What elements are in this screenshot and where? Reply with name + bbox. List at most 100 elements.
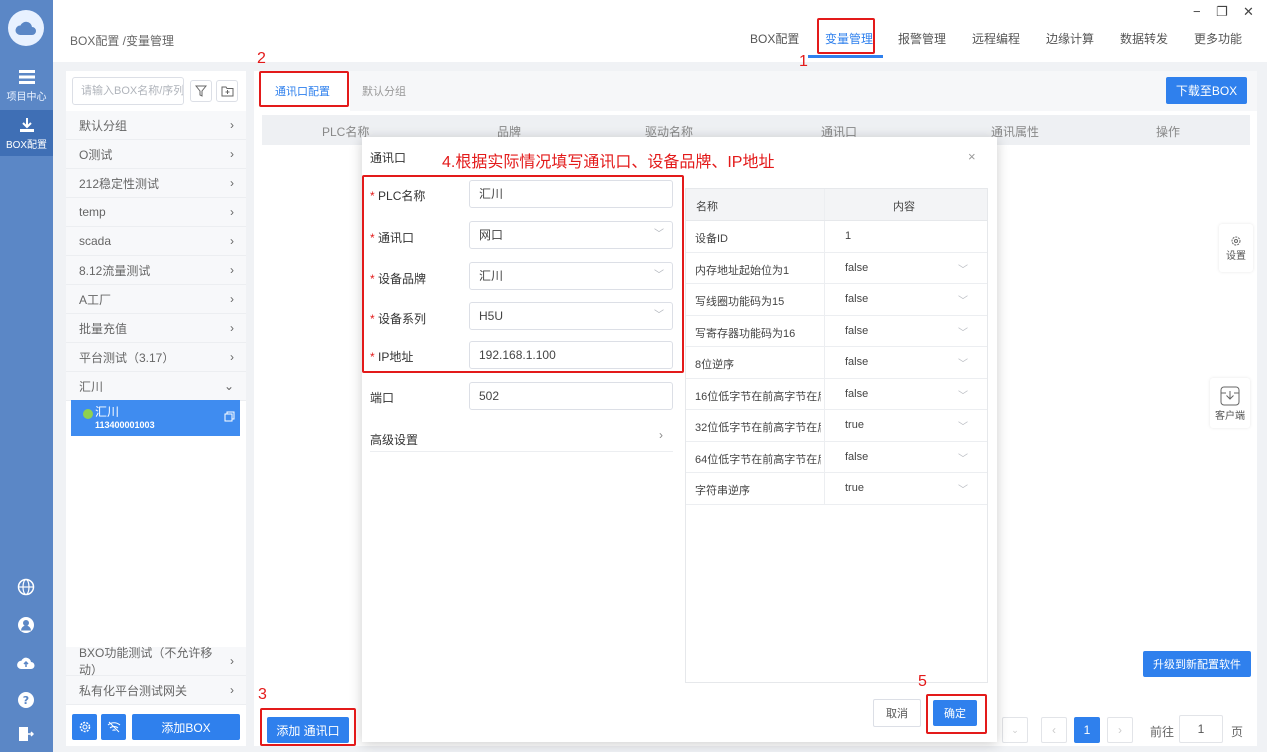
floating-client-button[interactable]: 客户端 (1210, 378, 1250, 428)
property-value[interactable]: true (845, 419, 864, 431)
chevron-down-icon[interactable]: ﹀ (958, 481, 968, 496)
globe-icon[interactable] (16, 577, 36, 597)
property-value[interactable]: false (845, 356, 868, 368)
nav-data-forwarding[interactable]: 数据转发 (1120, 30, 1168, 47)
floating-settings-label: 设置 (1226, 250, 1246, 262)
user-icon[interactable] (16, 615, 36, 635)
group-item-bxo-test[interactable]: BXO功能测试（不允许移动） › (66, 646, 246, 677)
property-value[interactable]: false (845, 293, 868, 305)
property-value[interactable]: false (845, 325, 868, 337)
svg-text:?: ? (23, 694, 29, 707)
annotation-box-1 (817, 18, 875, 54)
group-item-private-gateway[interactable]: 私有化平台测试网关 › (66, 676, 246, 705)
rail-label-box-config: BOX配置 (5, 139, 48, 151)
grid-icon (18, 68, 36, 86)
group-item-212-stability[interactable]: 212稳定性测试 › (66, 169, 246, 198)
group-label: A工厂 (79, 292, 112, 307)
group-item-batch-recharge[interactable]: 批量充值 › (66, 314, 246, 343)
add-box-button[interactable]: 添加BOX (132, 714, 240, 740)
logout-icon[interactable] (16, 724, 36, 744)
rail-item-projects[interactable]: 项目中心 (0, 62, 53, 108)
box-list-panel: 请输入BOX名称/序列号 默认分组 › O测试 › 212稳定性测试 › temp › scad… (66, 71, 246, 746)
settings-gear-button[interactable] (72, 714, 97, 740)
floating-settings-button[interactable]: 设置 (1219, 224, 1253, 272)
filter-icon[interactable] (190, 80, 212, 102)
group-item-scada[interactable]: scada › (66, 227, 246, 256)
chevron-right-icon: › (230, 683, 234, 697)
group-item-o-test[interactable]: O测试 › (66, 140, 246, 169)
close-window-icon[interactable]: ✕ (1243, 4, 1254, 20)
group-label: O测试 (79, 147, 113, 162)
chevron-down-icon[interactable]: ﹀ (958, 261, 968, 276)
property-name: 设备ID (695, 233, 728, 245)
restore-icon[interactable]: ❐ (1216, 4, 1228, 20)
col-divider (824, 252, 825, 283)
nav-alarm-management[interactable]: 报警管理 (898, 30, 946, 47)
upgrade-config-software-button[interactable]: 升级到新配置软件 (1143, 651, 1251, 677)
property-value[interactable]: false (845, 388, 868, 400)
nav-box-config[interactable]: BOX配置 (750, 30, 799, 47)
annotation-number-5: 5 (918, 673, 927, 690)
cloud-upload-icon[interactable] (16, 653, 36, 673)
group-label: 批量充值 (79, 321, 128, 336)
page-size-select[interactable]: ⌄ (1002, 717, 1028, 743)
nav-edge-computing[interactable]: 边缘计算 (1046, 30, 1094, 47)
property-value[interactable]: true (845, 482, 864, 494)
goto-page-input[interactable]: 1 (1179, 715, 1223, 743)
col-divider (824, 221, 825, 252)
group-item-default[interactable]: 默认分组 › (66, 111, 246, 140)
chevron-down-icon[interactable]: ﹀ (958, 324, 968, 339)
port-number-input[interactable]: 502 (469, 382, 673, 410)
property-name: 写线圈功能码为15 (695, 296, 785, 308)
chevron-right-icon: › (230, 234, 234, 248)
group-item-platform-test[interactable]: 平台测试（3.17） › (66, 343, 246, 372)
chevron-right-icon: › (230, 176, 234, 190)
add-folder-icon[interactable] (216, 80, 238, 102)
chevron-right-icon: › (230, 118, 234, 132)
wifi-off-icon (107, 721, 120, 733)
property-value[interactable]: false (845, 451, 868, 463)
col-divider (824, 410, 825, 441)
download-icon (18, 116, 36, 134)
group-item-temp[interactable]: temp › (66, 198, 246, 227)
close-icon[interactable]: × (968, 149, 976, 164)
page-number-current[interactable]: 1 (1074, 717, 1100, 743)
chevron-down-icon[interactable]: ﹀ (958, 355, 968, 370)
group-label: 212稳定性测试 (79, 176, 160, 191)
chevron-right-icon: › (230, 350, 234, 364)
chevron-down-icon[interactable]: ﹀ (958, 450, 968, 465)
group-item-a-factory[interactable]: A工厂 › (66, 285, 246, 314)
box-search-input[interactable]: 请输入BOX名称/序列号 (72, 77, 184, 105)
chevron-right-icon: › (230, 147, 234, 161)
next-page-button[interactable]: › (1107, 717, 1133, 743)
copy-icon[interactable] (224, 411, 235, 425)
property-value[interactable]: false (845, 262, 868, 274)
nav-more-features[interactable]: 更多功能 (1194, 30, 1242, 47)
minimize-icon[interactable]: − (1193, 4, 1201, 19)
tab-bar: 通讯口配置 默认分组 下载至BOX (254, 71, 1257, 111)
group-label: 8.12流量测试 (79, 263, 151, 278)
prev-page-button[interactable]: ‹ (1041, 717, 1067, 743)
annotation-box-5 (926, 694, 987, 734)
gear-icon (1231, 236, 1241, 245)
chevron-down-icon[interactable]: ﹀ (958, 418, 968, 433)
help-icon[interactable]: ? (16, 690, 36, 710)
nav-remote-programming[interactable]: 远程编程 (972, 30, 1020, 47)
annotation-instruction-4: 4.根据实际情况填写通讯口、设备品牌、IP地址 (442, 154, 775, 171)
download-to-box-button[interactable]: 下载至BOX (1166, 77, 1247, 104)
chevron-down-icon[interactable]: ﹀ (958, 387, 968, 402)
goto-label: 前往 (1150, 725, 1175, 739)
chevron-down-icon[interactable]: ﹀ (958, 292, 968, 307)
wifi-off-button[interactable] (101, 714, 126, 740)
cancel-button[interactable]: 取消 (873, 699, 921, 727)
chevron-right-icon: › (230, 292, 234, 306)
group-item-flow-test[interactable]: 8.12流量测试 › (66, 256, 246, 285)
group-label: temp (79, 205, 106, 219)
tab-default-group[interactable]: 默认分组 (362, 83, 406, 99)
group-label: 默认分组 (79, 118, 128, 133)
property-row: 写寄存器功能码为16 false ﹀ (686, 315, 987, 347)
advanced-settings-row[interactable]: 高级设置 › (370, 420, 673, 452)
rail-item-box-config[interactable]: BOX配置 (0, 110, 53, 156)
group-item-huichuan[interactable]: 汇川 ⌄ (66, 372, 246, 401)
selected-box-item[interactable]: 汇川 113400001003 (71, 400, 240, 436)
